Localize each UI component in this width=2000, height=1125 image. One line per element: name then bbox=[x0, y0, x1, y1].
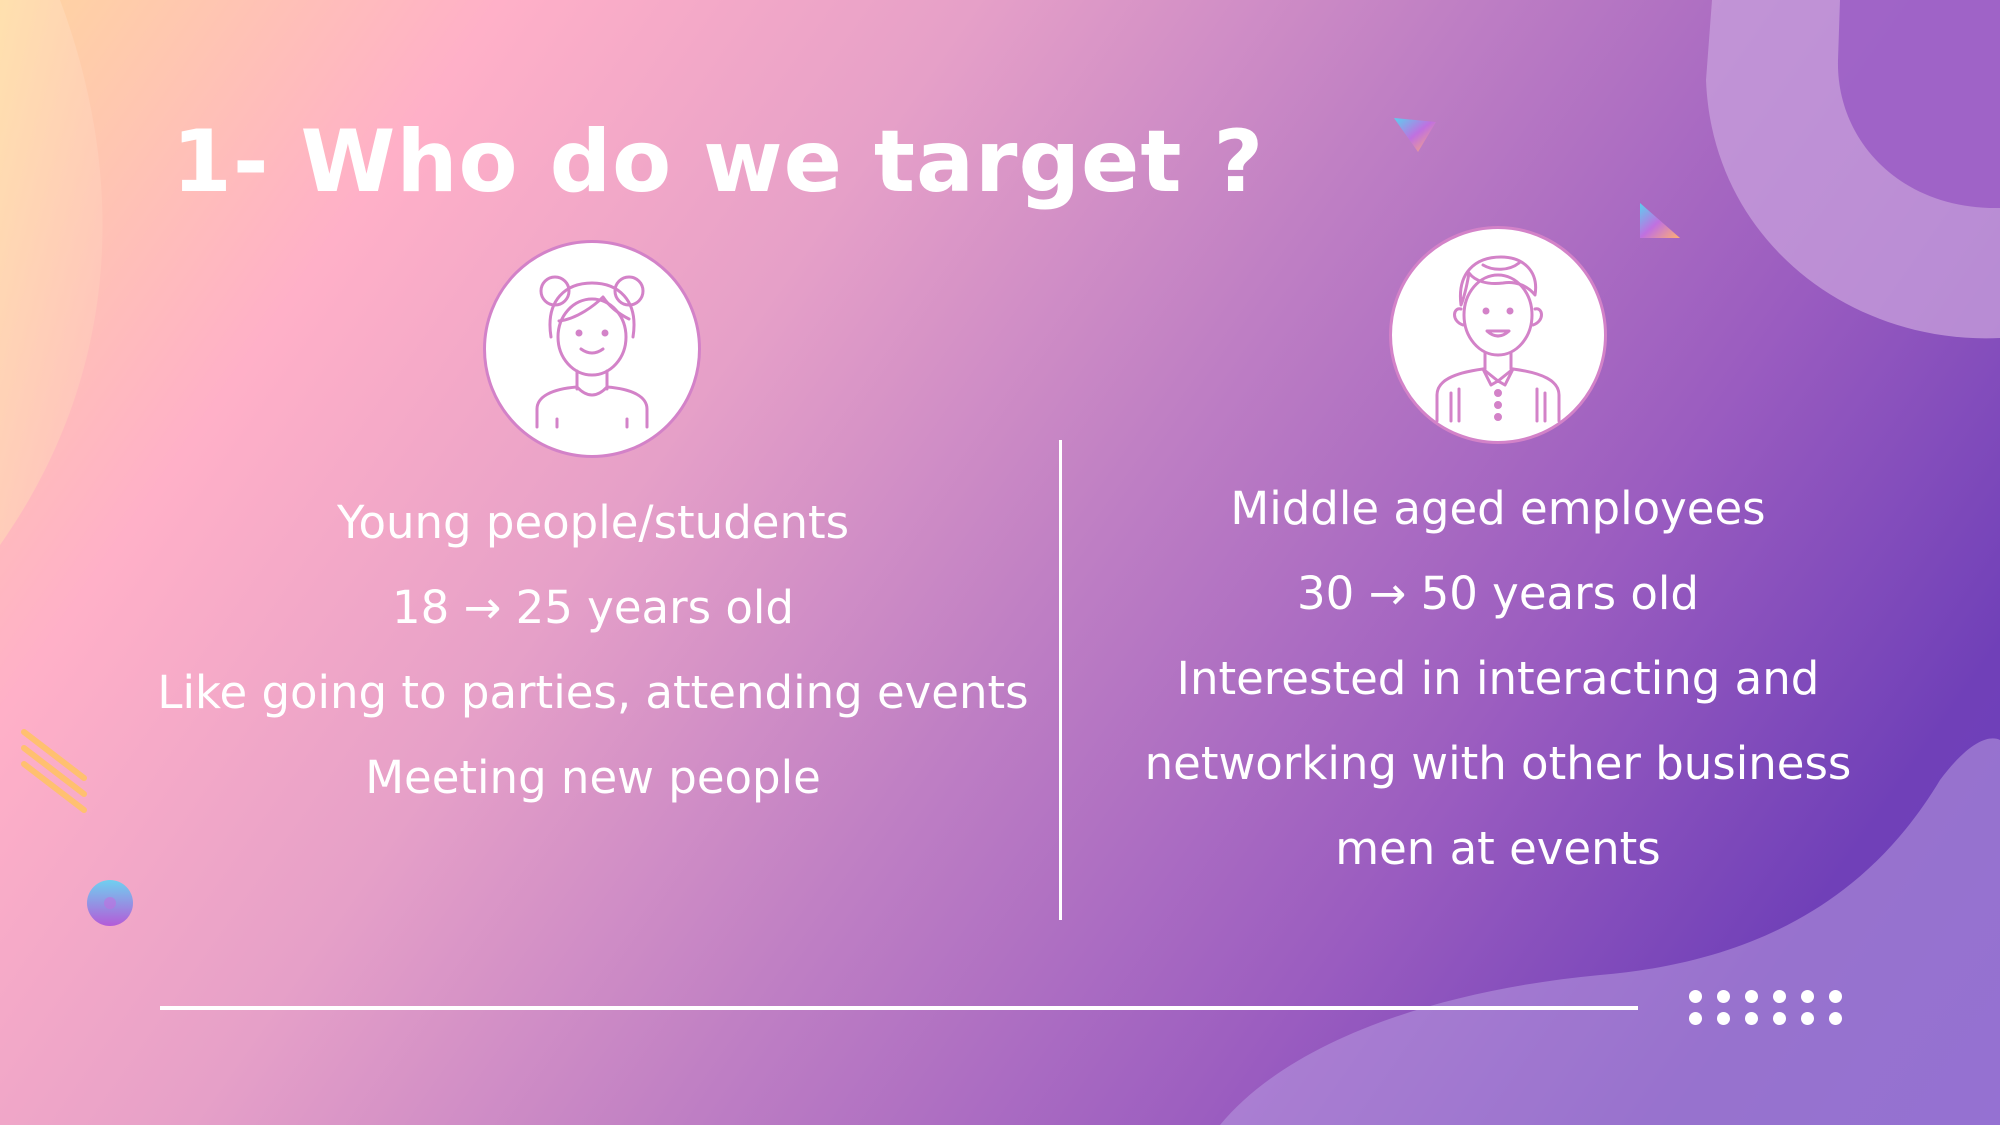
left-line-interests: Like going to parties, attending events bbox=[157, 666, 1029, 719]
young-woman-avatar bbox=[483, 240, 701, 458]
slide: 1- Who do we target ? Young people/stude… bbox=[0, 0, 2000, 1125]
left-line-age-range: 18 → 25 years old bbox=[392, 581, 794, 634]
middle-aged-man-icon bbox=[1435, 255, 1561, 423]
right-line-interests-2: networking with other business bbox=[1144, 737, 1852, 790]
decorative-dots bbox=[1686, 988, 1846, 1025]
left-line-motivation: Meeting new people bbox=[365, 751, 821, 804]
left-line-audience: Young people/students bbox=[336, 496, 850, 549]
middle-aged-man-avatar bbox=[1389, 226, 1607, 444]
right-line-age-range: 30 → 50 years old bbox=[1297, 567, 1699, 620]
young-woman-icon bbox=[535, 275, 649, 429]
slide-title: 1- Who do we target ? bbox=[172, 112, 1265, 212]
right-line-interests-3: men at events bbox=[1335, 822, 1661, 875]
right-line-audience: Middle aged employees bbox=[1230, 482, 1766, 535]
young-people-description: Young people/students 18 → 25 years old … bbox=[113, 480, 1073, 820]
right-line-interests-1: Interested in interacting and bbox=[1176, 652, 1820, 705]
middle-aged-description: Middle aged employees 30 → 50 years old … bbox=[1018, 466, 1978, 891]
bottom-divider-line bbox=[160, 1006, 1638, 1010]
